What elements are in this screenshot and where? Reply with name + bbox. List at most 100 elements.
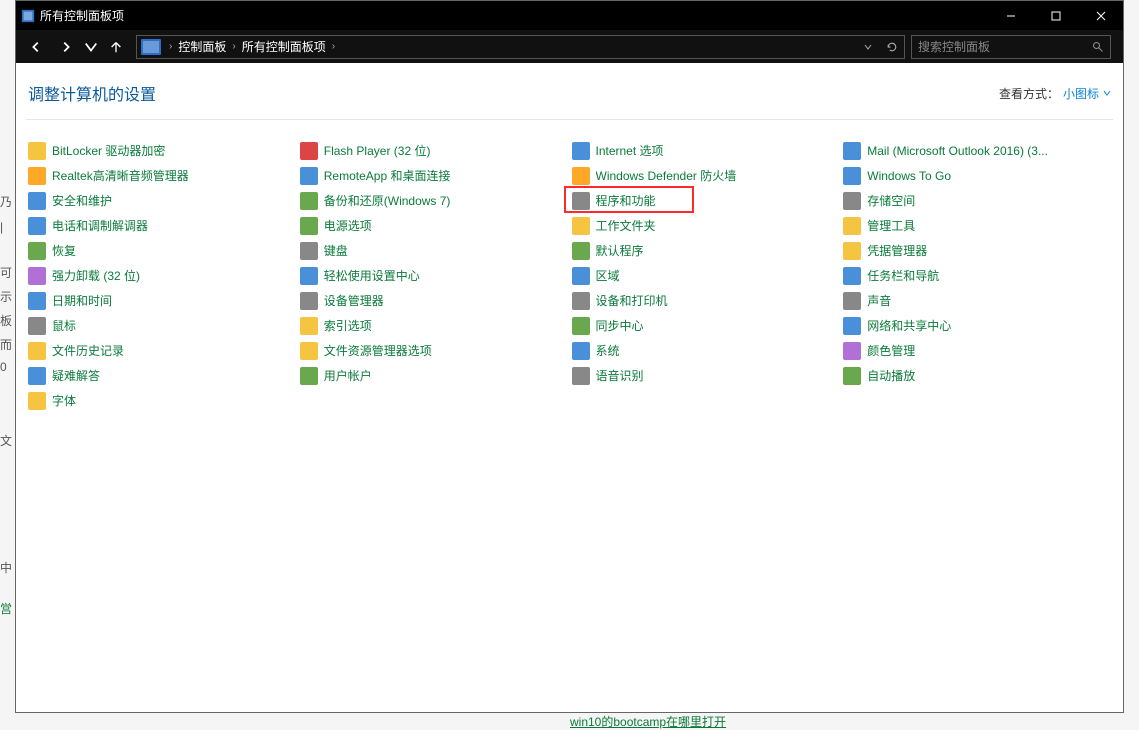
cp-item[interactable]: 语音识别	[570, 363, 842, 388]
view-by-dropdown[interactable]: 小图标	[1063, 85, 1111, 102]
cp-item[interactable]: 系统	[570, 338, 842, 363]
cp-item-label: 备份和还原(Windows 7)	[324, 192, 451, 209]
cp-item[interactable]: Windows Defender 防火墙	[570, 163, 842, 188]
cp-item[interactable]: 文件资源管理器选项	[298, 338, 570, 363]
cp-item[interactable]: RemoteApp 和桌面连接	[298, 163, 570, 188]
cp-item[interactable]: 工作文件夹	[570, 213, 842, 238]
cp-item[interactable]: 默认程序	[570, 238, 842, 263]
cp-item-label: Mail (Microsoft Outlook 2016) (3...	[867, 144, 1048, 158]
cp-item[interactable]: 声音	[841, 288, 1113, 313]
cp-item[interactable]: 自动播放	[841, 363, 1113, 388]
cp-item[interactable]: 安全和维护	[26, 188, 298, 213]
cp-item[interactable]: 存储空间	[841, 188, 1113, 213]
cp-item[interactable]: 疑难解答	[26, 363, 298, 388]
cp-item-label: 用户帐户	[324, 367, 372, 384]
cp-item[interactable]: 设备管理器	[298, 288, 570, 313]
back-button[interactable]	[22, 34, 50, 60]
cp-item[interactable]: Flash Player (32 位)	[298, 138, 570, 163]
cp-item[interactable]: 轻松使用设置中心	[298, 263, 570, 288]
color-mgmt-icon	[843, 342, 861, 360]
cp-item[interactable]: 设备和打印机	[570, 288, 842, 313]
cp-item[interactable]: BitLocker 驱动器加密	[26, 138, 298, 163]
user-accounts-icon	[300, 367, 318, 385]
bg-text: 而	[0, 336, 12, 353]
crumb-sep-icon: ›	[328, 41, 339, 52]
up-button[interactable]	[102, 34, 130, 60]
address-bar[interactable]: › 控制面板 › 所有控制面板项 ›	[136, 35, 905, 59]
bitlocker-icon	[28, 142, 46, 160]
items-grid: BitLocker 驱动器加密 Flash Player (32 位) Intern…	[26, 138, 1113, 413]
cp-item[interactable]: Internet 选项	[570, 138, 842, 163]
cp-item-label: 区域	[596, 267, 620, 284]
cp-item[interactable]: Mail (Microsoft Outlook 2016) (3...	[841, 138, 1113, 163]
cp-item[interactable]: 索引选项	[298, 313, 570, 338]
search-input[interactable]	[912, 40, 1086, 54]
windows-to-go-icon	[843, 167, 861, 185]
cp-item[interactable]: 键盘	[298, 238, 570, 263]
cp-item[interactable]: 备份和还原(Windows 7)	[298, 188, 570, 213]
maximize-button[interactable]	[1033, 1, 1078, 30]
security-flag-icon	[28, 192, 46, 210]
address-dropdown[interactable]	[856, 36, 880, 58]
cp-item[interactable]: 鼠标	[26, 313, 298, 338]
cp-item[interactable]: 凭据管理器	[841, 238, 1113, 263]
cp-item-label: 管理工具	[867, 217, 915, 234]
cp-item-label: 鼠标	[52, 317, 76, 334]
cp-item[interactable]: Windows To Go	[841, 163, 1113, 188]
cp-item[interactable]: 用户帐户	[298, 363, 570, 388]
search-box[interactable]	[911, 35, 1111, 59]
cp-item-label: 存储空间	[867, 192, 915, 209]
power-options-icon	[300, 217, 318, 235]
flash-icon	[300, 142, 318, 160]
cp-item-label: Realtek高清晰音频管理器	[52, 167, 189, 184]
cp-item[interactable]: 区域	[570, 263, 842, 288]
recent-dropdown[interactable]	[82, 34, 100, 60]
cp-item[interactable]: 程序和功能	[570, 188, 842, 213]
mouse-icon	[28, 317, 46, 335]
sound-icon	[843, 292, 861, 310]
crumb-control-panel[interactable]: 控制面板	[176, 38, 228, 55]
close-button[interactable]	[1078, 1, 1123, 30]
cp-item[interactable]: 电话和调制解调器	[26, 213, 298, 238]
app-icon	[16, 9, 40, 23]
cp-item-label: 电话和调制解调器	[52, 217, 148, 234]
cp-item-label: 同步中心	[596, 317, 644, 334]
cp-item[interactable]: 任务栏和导航	[841, 263, 1113, 288]
programs-features-icon	[572, 192, 590, 210]
minimize-button[interactable]	[988, 1, 1033, 30]
cp-item[interactable]: 同步中心	[570, 313, 842, 338]
cp-item[interactable]: 恢复	[26, 238, 298, 263]
titlebar: 所有控制面板项	[16, 1, 1123, 30]
remoteapp-icon	[300, 167, 318, 185]
cp-item-label: 安全和维护	[52, 192, 112, 209]
crumb-sep-icon: ›	[165, 41, 176, 52]
navbar: › 控制面板 › 所有控制面板项 ›	[16, 30, 1123, 63]
bg-text: 乃	[0, 193, 12, 210]
crumb-all-items[interactable]: 所有控制面板项	[240, 38, 328, 55]
bg-text: 可	[0, 264, 12, 281]
cp-item-label: 字体	[52, 392, 76, 409]
taskbar-nav-icon	[843, 267, 861, 285]
refresh-button[interactable]	[880, 36, 904, 58]
cp-item[interactable]: 电源选项	[298, 213, 570, 238]
cp-item-label: Windows Defender 防火墙	[596, 167, 737, 184]
cp-item[interactable]: 颜色管理	[841, 338, 1113, 363]
forward-button[interactable]	[52, 34, 80, 60]
cp-item-label: 电源选项	[324, 217, 372, 234]
cp-item[interactable]: 日期和时间	[26, 288, 298, 313]
cp-item[interactable]: 网络和共享中心	[841, 313, 1113, 338]
ease-of-access-icon	[300, 267, 318, 285]
content-header: 调整计算机的设置 查看方式： 小图标	[26, 81, 1113, 120]
cp-item[interactable]: 管理工具	[841, 213, 1113, 238]
cp-item-label: 强力卸载 (32 位)	[52, 267, 140, 284]
cp-item[interactable]: 文件历史记录	[26, 338, 298, 363]
keyboard-icon	[300, 242, 318, 260]
search-icon[interactable]	[1086, 41, 1110, 53]
bg-text: 0	[0, 360, 7, 374]
cp-item[interactable]: Realtek高清晰音频管理器	[26, 163, 298, 188]
cp-item[interactable]: 强力卸载 (32 位)	[26, 263, 298, 288]
cp-item[interactable]: 字体	[26, 388, 298, 413]
cp-item-label: Flash Player (32 位)	[324, 142, 431, 159]
bg-text: 文	[0, 432, 12, 449]
sync-center-icon	[572, 317, 590, 335]
